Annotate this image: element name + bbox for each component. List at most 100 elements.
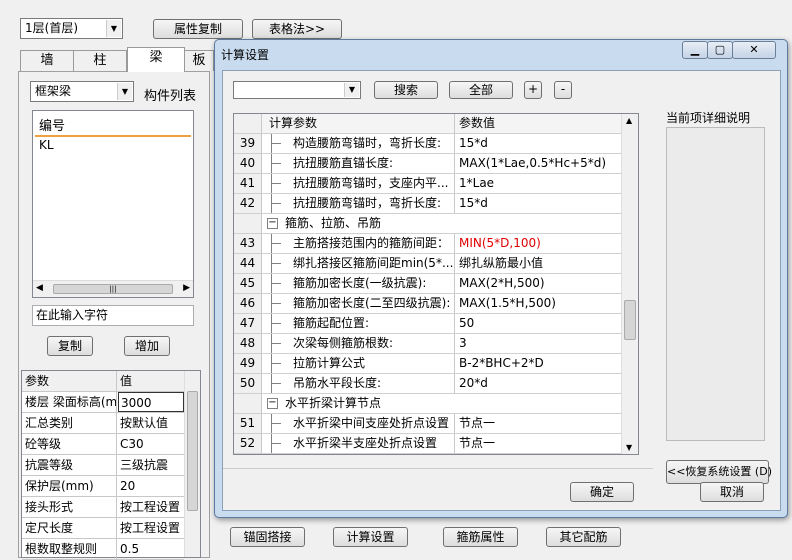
tree-branch-icon <box>271 234 283 253</box>
prop-value[interactable]: 20 <box>118 476 184 496</box>
dialog-title: 计算设置 <box>221 48 270 62</box>
group-row[interactable]: − 水平折梁计算节点 <box>234 394 622 414</box>
horizontal-scrollbar[interactable]: ◀ ||| ▶ <box>33 280 193 297</box>
expand-all-button[interactable]: + <box>524 81 542 99</box>
table-row[interactable]: 52 水平折梁半支座处折点设置 节点一 <box>234 434 622 454</box>
restore-defaults-button[interactable]: <<恢复系统设置 (D) <box>666 460 772 484</box>
minimize-button[interactable]: ▁ <box>682 41 708 59</box>
scroll-thumb[interactable]: ||| <box>53 284 173 294</box>
member-type-select[interactable]: 框架梁 ▼ <box>30 81 134 102</box>
param-value[interactable]: 节点一 <box>456 434 622 453</box>
collapse-all-button[interactable]: - <box>554 81 572 99</box>
param-value[interactable]: MIN(5*D,100) <box>456 234 622 253</box>
scroll-up-icon[interactable]: ▲ <box>626 116 632 125</box>
prop-key: 楼层 梁面标高(m <box>22 392 117 412</box>
param-value[interactable]: MAX(1*Lae,0.5*Hc+5*d) <box>456 154 622 173</box>
list-item[interactable]: KL <box>39 138 54 152</box>
collapse-icon[interactable]: − <box>267 398 278 409</box>
maximize-button[interactable]: ▢ <box>707 41 733 59</box>
scroll-down-icon[interactable]: ▼ <box>626 443 632 452</box>
table-row[interactable]: 41 抗扭腰筋弯锚时，支座内平... 1*Lae <box>234 174 622 194</box>
table-row[interactable]: 根数取整规则 0.5 <box>22 539 184 560</box>
scroll-right-icon[interactable]: ▶ <box>183 283 190 293</box>
member-list[interactable]: 编号 KL ◀ ||| ▶ <box>32 110 194 298</box>
attr-copy-button[interactable]: 属性复制 <box>153 19 243 39</box>
tab-slab[interactable]: 板 <box>184 50 214 71</box>
table-row[interactable]: 42 抗扭腰筋弯锚时，弯折长度: 15*d <box>234 194 622 214</box>
tree-branch-icon <box>271 334 283 353</box>
prop-value-input[interactable]: 3000 <box>118 392 184 412</box>
table-method-button[interactable]: 表格法>> <box>252 19 342 39</box>
stirrup-attr-button[interactable]: 箍筋属性 <box>443 527 518 547</box>
vertical-scrollbar[interactable] <box>184 371 200 557</box>
tab-column[interactable]: 柱 <box>73 50 127 71</box>
table-row[interactable]: 46 箍筋加密长度(二至四级抗震): MAX(1.5*H,500) <box>234 294 622 314</box>
prop-value[interactable]: 三级抗震 <box>118 455 184 475</box>
param-label: 箍筋加密长度(二至四级抗震): <box>293 296 451 310</box>
table-row[interactable]: 50 吊筋水平段长度: 20*d <box>234 374 622 394</box>
scroll-left-icon[interactable]: ◀ <box>36 283 43 293</box>
param-value[interactable]: 节点一 <box>456 414 622 433</box>
all-button[interactable]: 全部 <box>449 81 513 99</box>
anchor-lap-button[interactable]: 锚固搭接 <box>230 527 305 547</box>
floor-select-value: 1层(首层) <box>25 21 78 35</box>
scroll-thumb[interactable] <box>624 300 636 340</box>
param-value[interactable]: 15*d <box>456 134 622 153</box>
table-row[interactable]: 楼层 梁面标高(m 3000 <box>22 392 184 413</box>
table-row[interactable]: 定尺长度 按工程设置 <box>22 518 184 539</box>
search-input[interactable]: 在此输入字符 <box>32 305 194 326</box>
collapse-icon[interactable]: − <box>267 218 278 229</box>
param-cell: 吊筋水平段长度: <box>263 374 455 393</box>
prop-value[interactable]: 0.5 <box>118 539 184 559</box>
row-number: 51 <box>234 414 262 433</box>
other-rebar-button[interactable]: 其它配筋 <box>546 527 621 547</box>
table-row[interactable]: 39 构造腰筋弯锚时，弯折长度: 15*d <box>234 134 622 154</box>
vertical-scrollbar[interactable]: ▲ ▼ <box>621 114 638 454</box>
param-label: 箍筋加密长度(一级抗震): <box>293 276 427 290</box>
add-button[interactable]: 增加 <box>124 336 170 356</box>
param-value[interactable]: 1*Lae <box>456 174 622 193</box>
param-value[interactable]: B-2*BHC+2*D <box>456 354 622 373</box>
tab-wall[interactable]: 墙 <box>20 50 74 71</box>
param-value[interactable]: 3 <box>456 334 622 353</box>
prop-value[interactable]: C30 <box>118 434 184 454</box>
table-row[interactable]: 抗震等级 三级抗震 <box>22 455 184 476</box>
search-button[interactable]: 搜索 <box>374 81 438 99</box>
table-row[interactable]: 51 水平折梁中间支座处折点设置 节点一 <box>234 414 622 434</box>
prop-key: 定尺长度 <box>22 518 117 538</box>
param-value[interactable]: 绑扎纵筋最小值 <box>456 254 622 273</box>
table-row[interactable]: 48 次梁每侧箍筋根数: 3 <box>234 334 622 354</box>
row-number: 50 <box>234 374 262 393</box>
prop-value[interactable]: 按工程设置 <box>118 497 184 517</box>
prop-value[interactable]: 按默认值 <box>118 413 184 433</box>
row-number: 46 <box>234 294 262 313</box>
table-row[interactable]: 汇总类别 按默认值 <box>22 413 184 434</box>
param-value[interactable]: MAX(1.5*H,500) <box>456 294 622 313</box>
group-row[interactable]: − 箍筋、拉筋、吊筋 <box>234 214 622 234</box>
filter-select[interactable]: ▼ <box>233 81 361 99</box>
table-row[interactable]: 44 绑扎搭接区箍筋间距min(5*... 绑扎纵筋最小值 <box>234 254 622 274</box>
calc-settings-button[interactable]: 计算设置 <box>333 527 408 547</box>
table-row[interactable]: 47 箍筋起配位置: 50 <box>234 314 622 334</box>
param-value[interactable]: 20*d <box>456 374 622 393</box>
property-grid[interactable]: 参数 值 楼层 梁面标高(m 3000 汇总类别 按默认值 砼等级 C30 抗震等级三… <box>21 370 201 560</box>
table-row[interactable]: 45 箍筋加密长度(一级抗震): MAX(2*H,500) <box>234 274 622 294</box>
floor-select[interactable]: 1层(首层) ▼ <box>20 18 123 39</box>
table-row[interactable]: 40 抗扭腰筋直锚长度: MAX(1*Lae,0.5*Hc+5*d) <box>234 154 622 174</box>
ok-button[interactable]: 确定 <box>570 482 634 502</box>
prop-value[interactable]: 按工程设置 <box>118 518 184 538</box>
table-row[interactable]: 保护层(mm) 20 <box>22 476 184 497</box>
cancel-button[interactable]: 取消 <box>700 482 764 502</box>
param-value[interactable]: MAX(2*H,500) <box>456 274 622 293</box>
copy-button[interactable]: 复制 <box>47 336 93 356</box>
table-row[interactable]: 49 拉筋计算公式 B-2*BHC+2*D <box>234 354 622 374</box>
tab-beam[interactable]: 梁 <box>127 47 185 72</box>
scroll-thumb[interactable] <box>187 391 198 511</box>
param-value[interactable]: 15*d <box>456 194 622 213</box>
table-row[interactable]: 接头形式 按工程设置 <box>22 497 184 518</box>
close-button[interactable]: ✕ <box>732 41 776 59</box>
table-row[interactable]: 砼等级 C30 <box>22 434 184 455</box>
param-value[interactable]: 50 <box>456 314 622 333</box>
settings-grid[interactable]: 计算参数 参数值 39 构造腰筋弯锚时，弯折长度: 15*d 40 抗扭腰筋直锚长度: M… <box>233 113 639 455</box>
table-row[interactable]: 43 主筋搭接范围内的箍筋间距： MIN(5*D,100) <box>234 234 622 254</box>
